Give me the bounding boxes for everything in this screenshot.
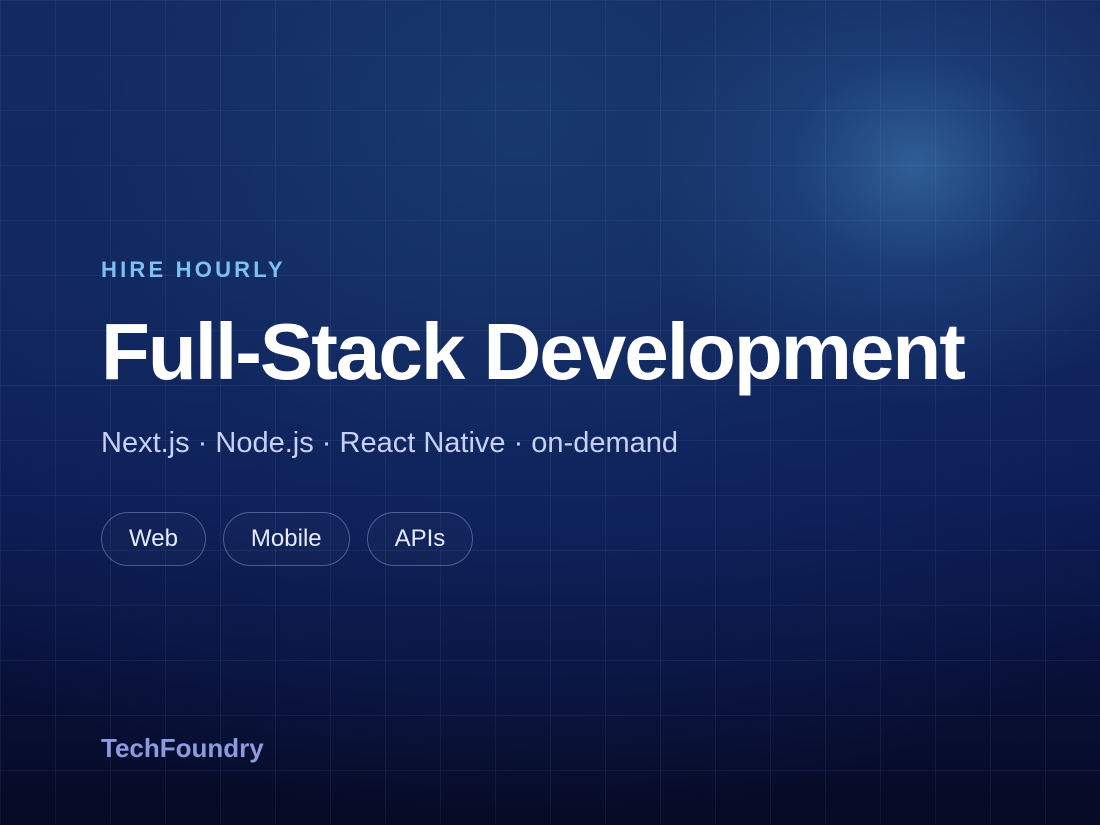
tag-mobile: Mobile [222, 512, 350, 566]
brand-name: TechFoundry [101, 733, 264, 763]
hero-section: HIRE HOURLY Full-Stack Development Next.… [101, 0, 1061, 825]
tag-web: Web [101, 512, 206, 566]
tag-apis: APIs [366, 512, 474, 566]
tag-list: Web Mobile APIs [101, 512, 474, 566]
tech-subtitle: Next.js · Node.js · React Native · on-de… [101, 427, 678, 459]
page-title: Full-Stack Development [101, 307, 966, 396]
eyebrow-label: HIRE HOURLY [101, 257, 286, 282]
